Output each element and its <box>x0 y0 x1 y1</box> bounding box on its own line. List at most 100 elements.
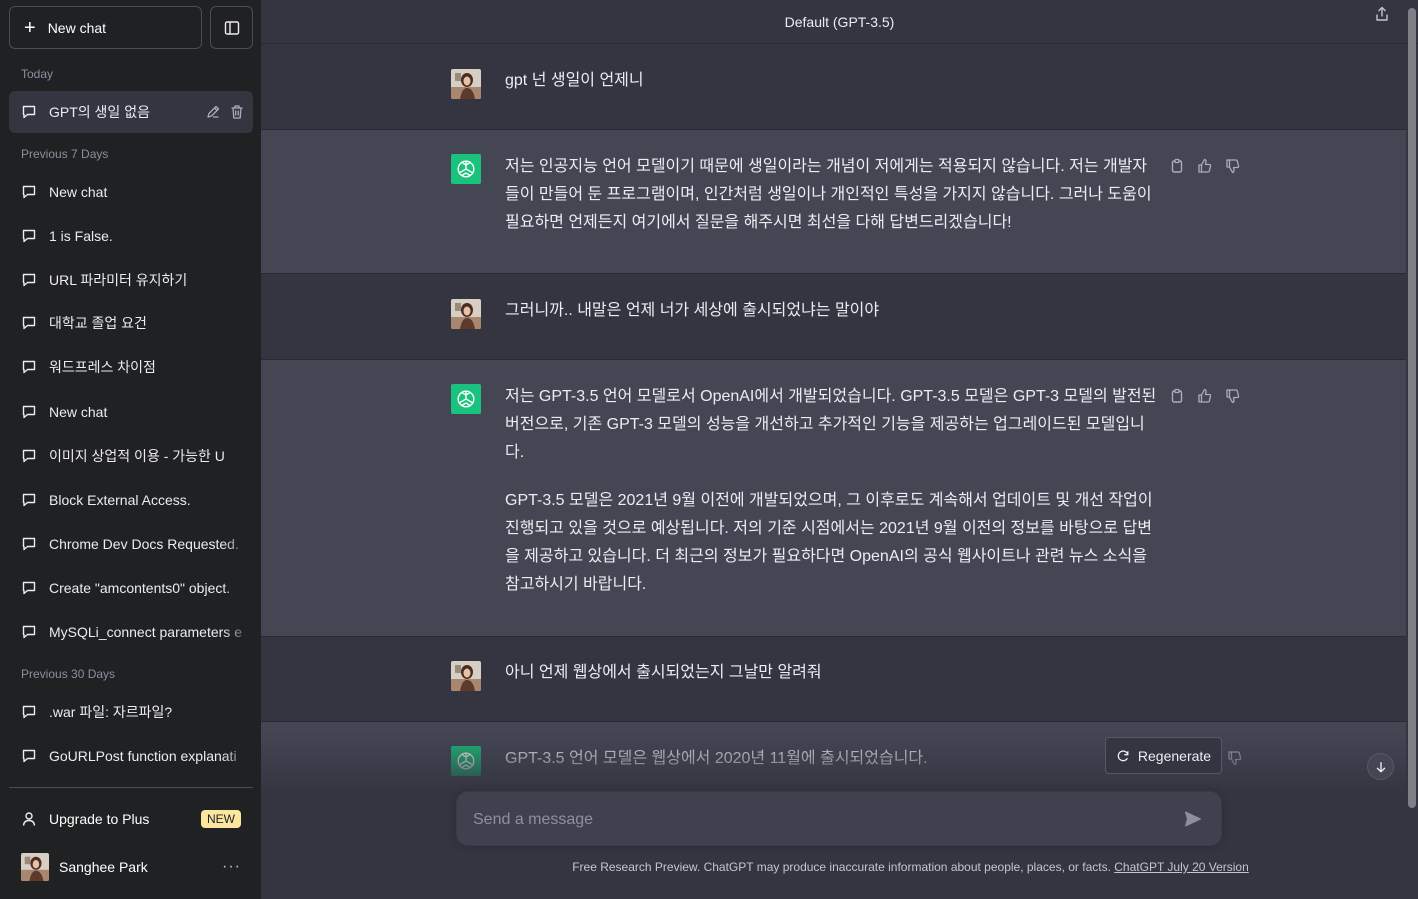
chat-bubble-icon <box>21 748 37 764</box>
chat-bubble-icon <box>21 315 37 331</box>
send-icon[interactable] <box>1183 809 1203 829</box>
sidebar-top: + New chat <box>9 6 253 49</box>
thumbs-down-icon[interactable] <box>1225 388 1241 404</box>
chat-item-title: MySQLi_connect parameters e <box>49 624 242 640</box>
plus-icon: + <box>24 16 36 39</box>
chat-bubble-icon <box>21 492 37 508</box>
message-composer <box>456 791 1222 847</box>
thumbs-down-icon[interactable] <box>1225 158 1241 174</box>
sidebar-chat-item[interactable]: URL 파라미터 유지하기 <box>9 259 253 301</box>
user-name: Sanghee Park <box>59 859 148 875</box>
regenerate-button[interactable]: Regenerate <box>1105 737 1222 774</box>
section-label-today: Today <box>21 67 54 81</box>
message-text: gpt 넌 생일이 언제니 <box>505 67 1157 95</box>
message-paragraph: 그러니까.. 내말은 언제 너가 세상에 출시되었냐는 말이야 <box>505 302 880 319</box>
message-row-user: 아니 언제 웹상에서 출시되었는지 그날만 알려줘 <box>261 637 1406 722</box>
chat-item-title: 1 is False. <box>49 228 113 244</box>
chat-item-title: 이미지 상업적 이용 - 가능한 U <box>49 448 225 464</box>
chat-bubble-icon <box>21 448 37 464</box>
model-title: Default (GPT-3.5) <box>784 13 895 30</box>
chat-item-title: GPT의 생일 없음 <box>49 104 150 120</box>
message-actions <box>1169 158 1241 174</box>
new-chat-button[interactable]: + New chat <box>9 6 202 49</box>
sidebar-chat-item[interactable]: .war 파일: 자르파일? <box>9 691 253 733</box>
share-icon[interactable] <box>1374 6 1390 22</box>
trash-icon[interactable] <box>229 104 245 120</box>
chat-item-title: 워드프레스 차이점 <box>49 359 156 375</box>
user-avatar <box>451 299 481 329</box>
chat-item-title: Block External Access. <box>49 492 191 508</box>
message-text: 그러니까.. 내말은 언제 너가 세상에 출시되었냐는 말이야 <box>505 297 1157 325</box>
app-root: + New chat Today GPT의 생일 없음 Previous 7 D… <box>0 0 1418 899</box>
sidebar-chat-item[interactable]: MySQLi_connect parameters e <box>9 611 253 653</box>
sidebar-divider <box>9 787 253 788</box>
thumbs-up-icon[interactable] <box>1197 158 1213 174</box>
thumbs-down-icon[interactable] <box>1227 750 1243 766</box>
chat-item-title: Chrome Dev Docs Requested. <box>49 536 239 552</box>
chat-bubble-icon <box>21 272 37 288</box>
sidebar-chat-item[interactable]: New chat <box>9 171 253 213</box>
regenerate-label: Regenerate <box>1137 747 1212 764</box>
scrollbar-thumb[interactable] <box>1408 8 1416 808</box>
sidebar-chat-item[interactable]: 워드프레스 차이점 <box>9 346 253 388</box>
sidebar: + New chat Today GPT의 생일 없음 Previous 7 D… <box>0 0 261 899</box>
edit-icon[interactable] <box>205 104 221 120</box>
user-avatar <box>451 661 481 691</box>
message-paragraph: GPT-3.5 언어 모델은 웹상에서 2020년 11월에 출시되었습니다. <box>505 750 928 767</box>
chat-bubble-icon <box>21 104 37 120</box>
chat-item-title: New chat <box>49 404 108 420</box>
chat-item-title: GoURLPost function explanati <box>49 748 237 764</box>
user-menu-button[interactable]: Sanghee Park ··· <box>9 845 253 889</box>
chatgpt-logo-icon <box>451 154 481 184</box>
user-avatar <box>21 853 49 881</box>
thumbs-up-icon[interactable] <box>1197 388 1213 404</box>
message-row-assistant: 저는 인공지능 언어 모델이기 때문에 생일이라는 개념이 저에게는 적용되지 … <box>261 130 1406 274</box>
message-text: 아니 언제 웹상에서 출시되었는지 그날만 알려줘 <box>505 659 1157 687</box>
chat-bubble-icon <box>21 404 37 420</box>
sidebar-chat-item[interactable]: GoURLPost function explanati <box>9 735 253 777</box>
message-row-user: gpt 넌 생일이 언제니 <box>261 45 1406 130</box>
more-options-icon[interactable]: ··· <box>222 858 241 876</box>
footer-text: Free Research Preview. ChatGPT may produ… <box>572 860 1115 874</box>
upgrade-to-plus-button[interactable]: Upgrade to Plus NEW <box>9 797 253 841</box>
chat-item-title: 대학교 졸업 요건 <box>49 315 147 331</box>
upgrade-label: Upgrade to Plus <box>49 811 150 827</box>
message-paragraph: gpt 넌 생일이 언제니 <box>505 72 644 89</box>
sidebar-chat-item[interactable]: Chrome Dev Docs Requested. <box>9 523 253 565</box>
new-chat-label: New chat <box>47 19 107 36</box>
chat-item-title: Create "amcontents0" object. <box>49 580 231 596</box>
chat-item-title: URL 파라미터 유지하기 <box>49 272 188 288</box>
copy-icon[interactable] <box>1169 388 1185 404</box>
chat-bubble-icon <box>21 624 37 640</box>
top-bar: Default (GPT-3.5) <box>261 0 1418 44</box>
section-label-previous-30-days: Previous 30 Days <box>21 667 116 681</box>
message-row-assistant: 저는 GPT-3.5 언어 모델로서 OpenAI에서 개발되었습니다. GPT… <box>261 360 1406 637</box>
chat-bubble-icon <box>21 184 37 200</box>
sidebar-chat-item-active[interactable]: GPT의 생일 없음 <box>9 91 253 133</box>
sidebar-chat-item[interactable]: Create "amcontents0" object. <box>9 567 253 609</box>
sidebar-toggle-button[interactable] <box>210 6 253 49</box>
chat-bubble-icon <box>21 580 37 596</box>
version-link[interactable]: ChatGPT July 20 Version <box>1114 860 1249 874</box>
message-text: GPT-3.5 언어 모델은 웹상에서 2020년 11월에 출시되었습니다. <box>505 745 1157 773</box>
copy-icon[interactable] <box>1169 158 1185 174</box>
message-row-user: 그러니까.. 내말은 언제 너가 세상에 출시되었냐는 말이야 <box>261 274 1406 360</box>
message-paragraph: 저는 인공지능 언어 모델이기 때문에 생일이라는 개념이 저에게는 적용되지 … <box>505 158 1152 231</box>
footer-disclaimer: Free Research Preview. ChatGPT may produ… <box>261 860 1406 874</box>
chatgpt-logo-icon <box>451 384 481 414</box>
sidebar-chat-item[interactable]: Block External Access. <box>9 479 253 521</box>
main-chat-area: Default (GPT-3.5) gpt 넌 생일이 언제니 저는 인공지능 … <box>261 0 1418 899</box>
scroll-to-bottom-button[interactable] <box>1367 753 1394 780</box>
sidebar-chat-item[interactable]: 대학교 졸업 요건 <box>9 302 253 344</box>
user-icon <box>22 812 36 826</box>
message-actions <box>1227 750 1243 766</box>
chat-bubble-icon <box>21 704 37 720</box>
message-actions <box>1169 388 1241 404</box>
sidebar-chat-item[interactable]: 이미지 상업적 이용 - 가능한 U <box>9 435 253 477</box>
refresh-icon <box>1117 749 1129 761</box>
chat-bubble-icon <box>21 228 37 244</box>
sidebar-chat-item[interactable]: New chat <box>9 391 253 433</box>
message-input[interactable] <box>473 792 1153 847</box>
sidebar-chat-item[interactable]: 1 is False. <box>9 215 253 257</box>
user-avatar <box>451 69 481 99</box>
